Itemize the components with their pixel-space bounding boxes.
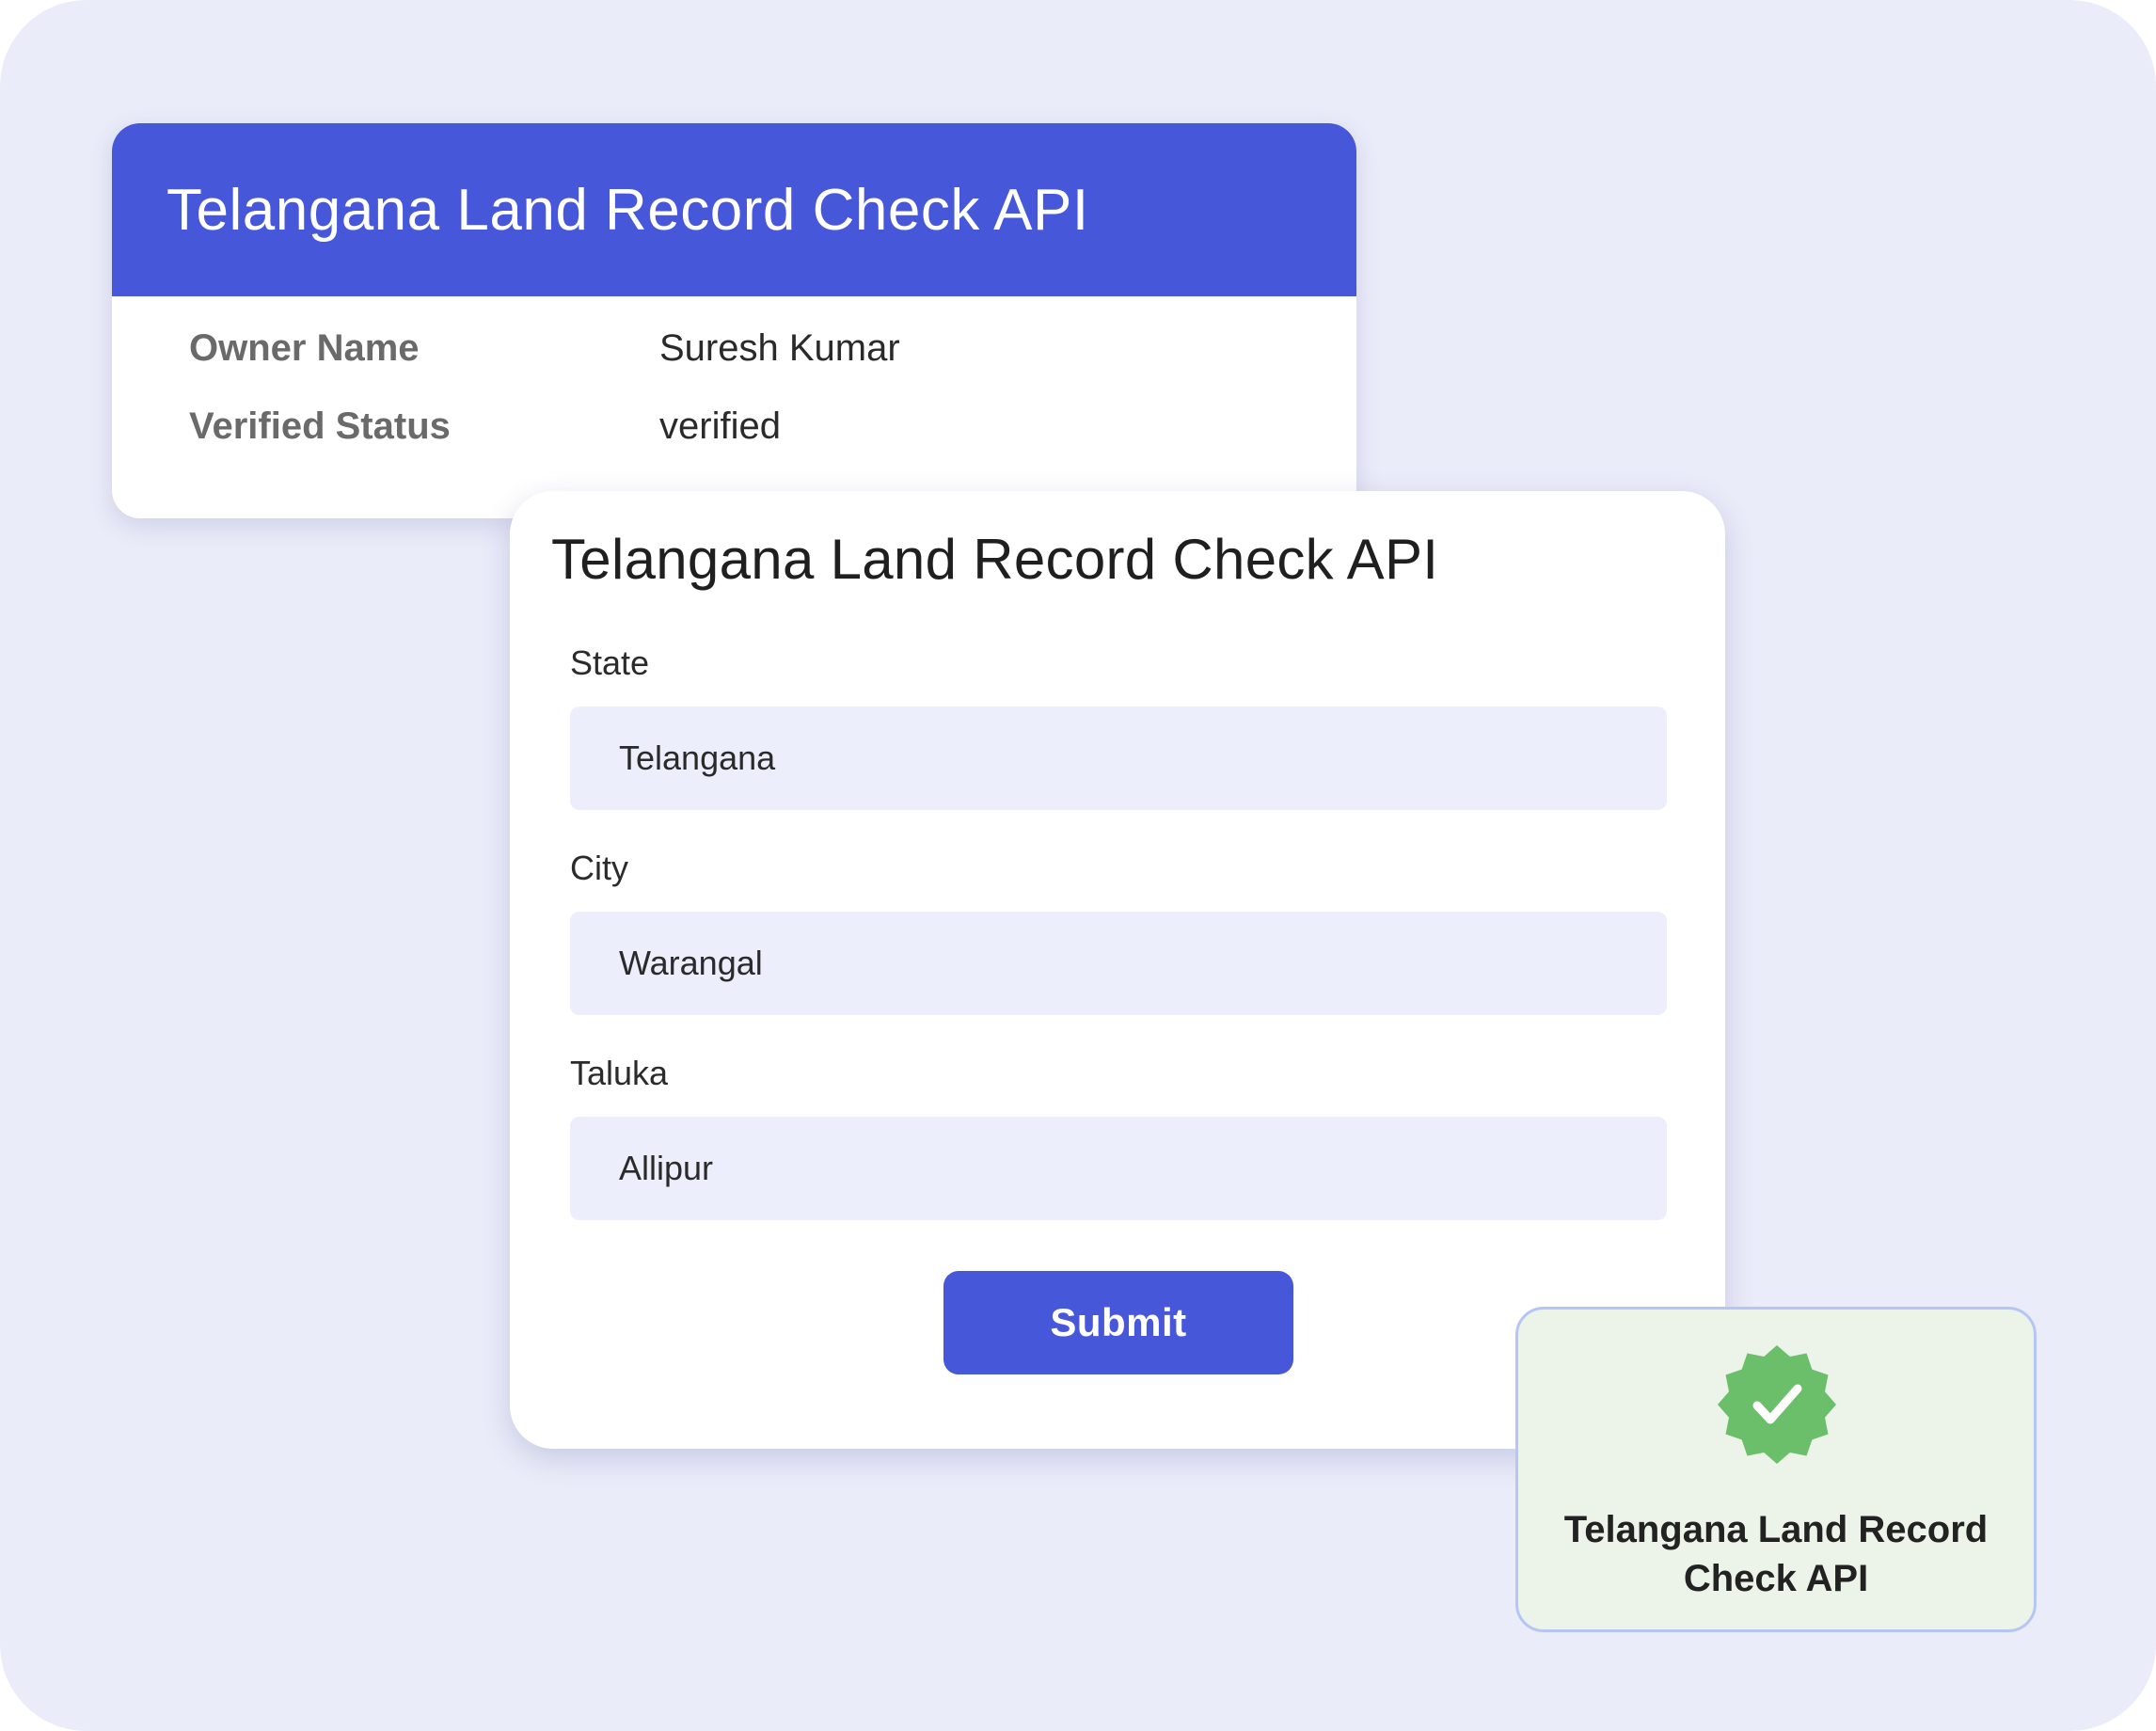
result-row-verified-status: Verified Status verified bbox=[189, 398, 1318, 454]
result-card: Telangana Land Record Check API Owner Na… bbox=[112, 123, 1356, 518]
verified-check-icon bbox=[1718, 1345, 1836, 1464]
taluka-input[interactable] bbox=[570, 1117, 1667, 1220]
badge-caption-line2: Check API bbox=[1683, 1558, 1869, 1599]
result-card-title: Telangana Land Record Check API bbox=[166, 177, 1089, 243]
verified-status-label: Verified Status bbox=[189, 405, 451, 447]
submit-button[interactable]: Submit bbox=[943, 1271, 1293, 1374]
verified-badge-card: Telangana Land Record Check API bbox=[1515, 1307, 2037, 1632]
form-title: Telangana Land Record Check API bbox=[551, 528, 1439, 591]
owner-name-value: Suresh Kumar bbox=[659, 326, 900, 369]
page-background: Telangana Land Record Check API Owner Na… bbox=[0, 0, 2156, 1731]
taluka-label: Taluka bbox=[570, 1054, 669, 1092]
city-label: City bbox=[570, 849, 628, 887]
city-input[interactable] bbox=[570, 912, 1667, 1015]
verified-status-value: verified bbox=[659, 405, 781, 447]
state-input[interactable] bbox=[570, 707, 1667, 810]
state-label: State bbox=[570, 643, 650, 682]
owner-name-label: Owner Name bbox=[189, 326, 420, 369]
result-row-owner-name: Owner Name Suresh Kumar bbox=[189, 320, 1318, 376]
result-card-header: Telangana Land Record Check API bbox=[112, 123, 1356, 296]
badge-caption-line1: Telangana Land Record bbox=[1563, 1509, 1989, 1550]
badge-caption: Telangana Land Record Check API bbox=[1518, 1505, 2034, 1603]
lookup-form-card: Telangana Land Record Check API State Ci… bbox=[510, 491, 1725, 1449]
